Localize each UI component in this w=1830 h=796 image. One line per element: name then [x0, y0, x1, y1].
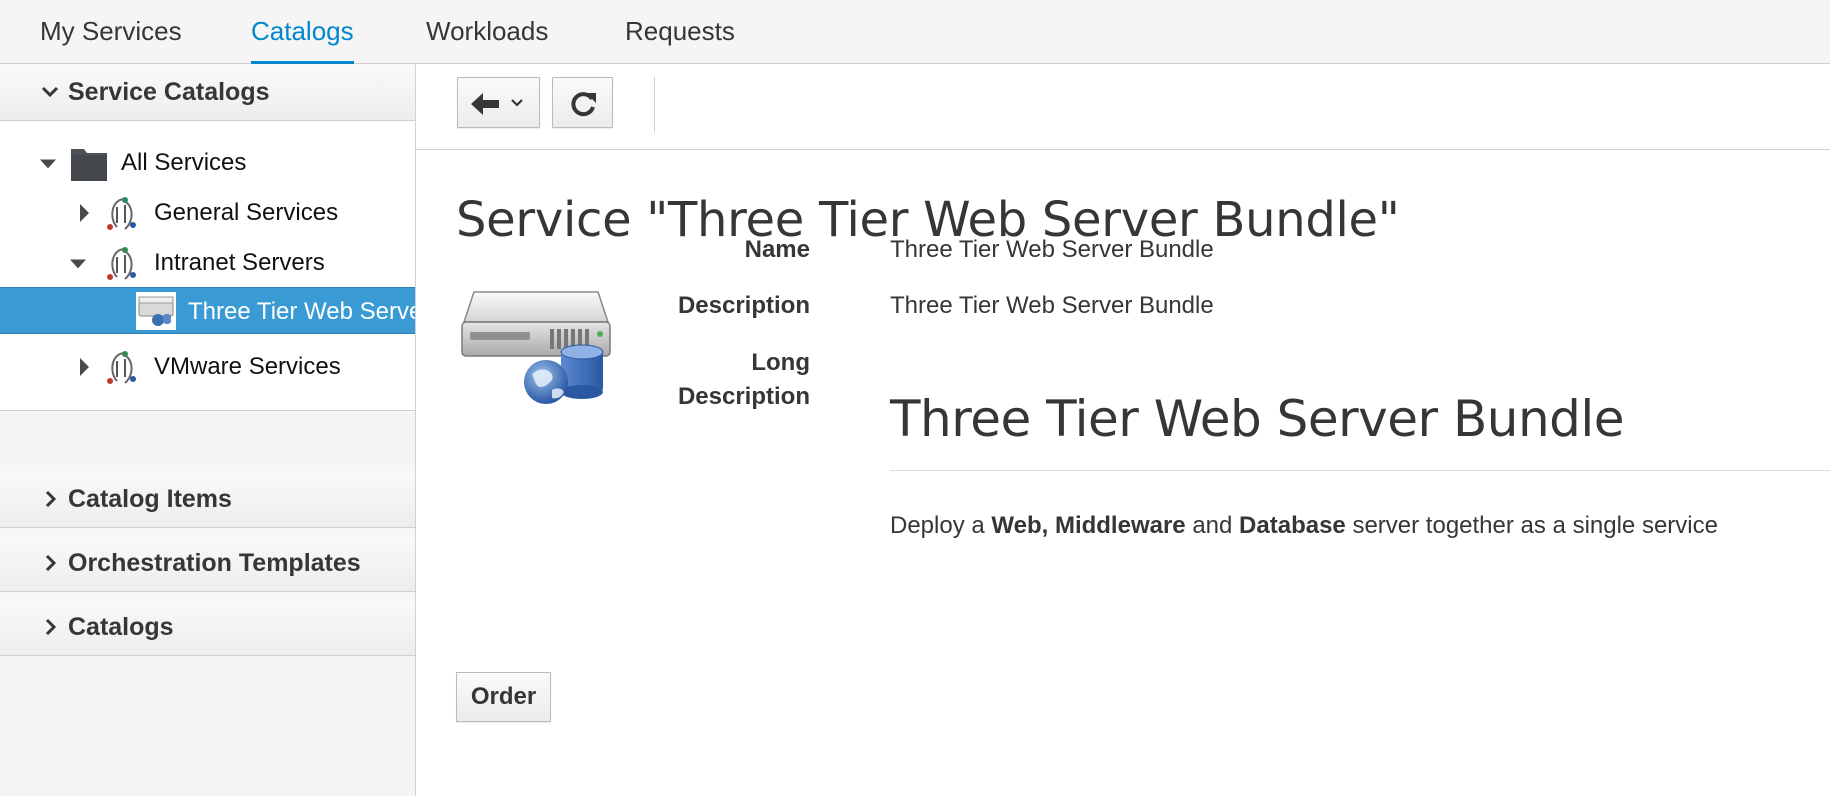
server-bundle-icon	[136, 292, 176, 330]
arrow-left-icon	[471, 93, 499, 115]
tree-node-label: General Services	[154, 199, 339, 226]
long-description-bold-part: Database	[1239, 512, 1346, 539]
catalog-icon	[107, 197, 136, 230]
accordion-catalogs[interactable]: Catalogs	[0, 599, 415, 656]
caret-down-icon[interactable]	[40, 139, 56, 187]
accordion-service-catalogs[interactable]: Service Catalogs	[0, 64, 415, 121]
toolbar-divider	[654, 77, 655, 132]
sidebar: Service Catalogs All Services General Se…	[0, 64, 416, 796]
refresh-icon	[571, 92, 596, 117]
accordion-orchestration-templates[interactable]: Orchestration Templates	[0, 535, 415, 592]
tree-node-label: Intranet Servers	[154, 249, 325, 276]
accordion-label: Catalogs	[68, 613, 174, 641]
back-button[interactable]	[457, 77, 540, 128]
long-description-label-line1: Long	[751, 349, 810, 376]
refresh-button[interactable]	[552, 77, 613, 128]
tab-my-services[interactable]: My Services	[40, 0, 182, 64]
long-description-text-part: Deploy a	[890, 512, 992, 539]
caret-right-icon[interactable]	[76, 189, 92, 237]
chevron-down-icon	[511, 99, 523, 107]
service-catalog-tree: All Services General Services Intranet S…	[0, 121, 415, 411]
caret-right-icon[interactable]	[76, 343, 92, 391]
long-description-label-line2: Description	[677, 383, 810, 410]
accordion-label: Service Catalogs	[68, 78, 270, 106]
tab-workloads[interactable]: Workloads	[426, 0, 548, 64]
long-description-text: Deploy a Web, Middleware and Database se…	[890, 512, 1718, 540]
catalog-icon	[107, 351, 136, 384]
long-description-divider	[890, 470, 1830, 471]
chevron-right-icon	[45, 554, 57, 572]
tree-node-label: All Services	[121, 149, 247, 176]
long-description-text-part: server together as a single service	[1345, 512, 1718, 539]
long-description-bold-part: Web, Middleware	[991, 512, 1186, 539]
description-value: Three Tier Web Server Bundle	[890, 292, 1214, 319]
tree-node-general-services[interactable]: General Services	[0, 189, 415, 237]
tree-node-label: VMware Services	[154, 353, 341, 380]
chevron-down-icon	[41, 86, 59, 98]
tree-node-all-services[interactable]: All Services	[0, 139, 415, 187]
toolbar	[416, 64, 1830, 150]
accordion-label: Catalog Items	[68, 485, 232, 513]
order-button[interactable]: Order	[456, 672, 551, 722]
name-label: Name	[744, 236, 810, 263]
chevron-right-icon	[45, 490, 57, 508]
chevron-right-icon	[45, 618, 57, 636]
top-nav: My Services Catalogs Workloads Requests	[0, 0, 1830, 64]
main-content: Service "Three Tier Web Server Bundle" N…	[416, 64, 1830, 796]
tree-node-three-tier-web-server-bundle[interactable]: Three Tier Web Server Bundle	[0, 287, 415, 334]
tab-requests[interactable]: Requests	[625, 0, 735, 64]
catalog-icon	[107, 247, 136, 280]
tree-node-intranet-servers[interactable]: Intranet Servers	[0, 239, 415, 287]
accordion-catalog-items[interactable]: Catalog Items	[0, 471, 415, 528]
long-description-heading: Three Tier Web Server Bundle	[890, 390, 1625, 448]
name-value: Three Tier Web Server Bundle	[890, 236, 1214, 263]
tree-node-vmware-services[interactable]: VMware Services	[0, 343, 415, 391]
long-description-text-part: and	[1185, 512, 1240, 539]
description-label: Description	[677, 292, 810, 319]
folder-icon	[71, 149, 107, 181]
caret-down-icon[interactable]	[70, 239, 86, 287]
tree-node-label: Three Tier Web Server Bundle	[188, 298, 415, 325]
accordion-label: Orchestration Templates	[68, 549, 361, 577]
tab-catalogs[interactable]: Catalogs	[251, 0, 354, 64]
